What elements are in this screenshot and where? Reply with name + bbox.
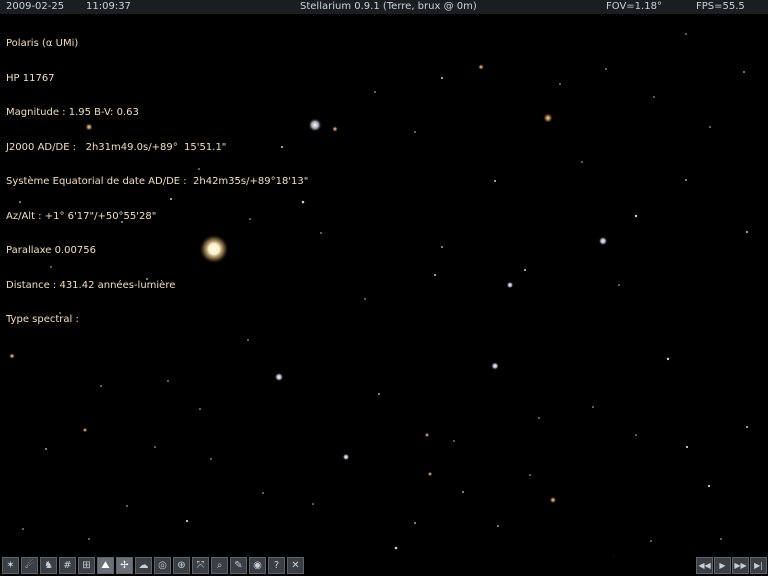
play-button[interactable]: ▶ [714, 557, 731, 574]
equatorial-mount-icon: ⊕ [177, 559, 186, 571]
atmosphere-button[interactable]: ☁ [135, 557, 152, 574]
top-status-bar: 2009-02-25 11:09:37 Stellarium 0.9.1 (Te… [0, 0, 768, 14]
star-orange[interactable] [543, 113, 553, 123]
constellation-names-button[interactable]: ☄ [21, 557, 38, 574]
j2000-coordinates: J2000 AD/DE : 2h31m49.0s/+89° 15'51.1" [6, 141, 227, 153]
star-orange[interactable] [478, 64, 484, 70]
spectral-type: Type spectral : [6, 314, 79, 325]
azimuthal-grid-icon: ⊞ [82, 559, 91, 571]
az-alt-coordinates: Az/Alt : +1° 6'17"/+50°55'28" [6, 210, 157, 222]
skip-forward-icon: ▶| [754, 560, 763, 570]
quit-button[interactable]: ✕ [287, 557, 304, 574]
night-mode-button[interactable]: ◉ [249, 557, 266, 574]
cardinal-points-button[interactable]: ✢ [116, 557, 133, 574]
equatorial-grid-button[interactable]: # [59, 557, 76, 574]
date-display: 2009-02-25 [6, 1, 65, 12]
star-bright-white[interactable] [308, 118, 322, 132]
help-icon: ? [273, 559, 280, 571]
center-icon: ⤧ [196, 559, 205, 571]
atmosphere-icon: ☁ [138, 559, 149, 571]
parallax: Parallaxe 0.00756 [6, 245, 96, 256]
ground-button[interactable]: ⛰ [97, 557, 114, 574]
nebulae-button[interactable]: ◎ [154, 557, 171, 574]
fast-forward-icon: ▶▶ [734, 560, 747, 570]
star-orange[interactable] [9, 353, 15, 359]
equatorial-grid-icon: # [63, 559, 72, 571]
constellation-lines-button[interactable]: ✶ [2, 557, 19, 574]
constellation-art-button[interactable]: ♞ [40, 557, 57, 574]
star-orange[interactable] [427, 471, 433, 477]
search-icon: ⌕ [216, 559, 223, 571]
rewind-button[interactable]: ◀◀ [696, 557, 713, 574]
skip-forward-button[interactable]: ▶| [750, 557, 767, 574]
help-button[interactable]: ? [268, 557, 285, 574]
cardinal-points-icon: ✢ [120, 559, 129, 571]
star-orange[interactable] [332, 126, 338, 132]
fps-display: FPS=55.5 [696, 1, 745, 12]
eye-icon: ◉ [253, 559, 262, 571]
wrench-icon: ✎ [234, 559, 243, 571]
ground-icon: ⛰ [101, 559, 110, 571]
app-title: Stellarium 0.9.1 (Terre, brux @ 0m) [300, 1, 477, 12]
time-display: 11:09:37 [86, 1, 131, 12]
fast-forward-button[interactable]: ▶▶ [732, 557, 749, 574]
play-icon: ▶ [719, 560, 726, 570]
constellation-lines-icon: ✶ [6, 559, 15, 571]
constellation-names-icon: ☄ [25, 559, 34, 571]
equatorial-mount-button[interactable]: ⊕ [173, 557, 190, 574]
selected-object-info: Polaris (α UMi) HP 11767 Magnitude : 1.9… [6, 15, 308, 337]
constellation-art-icon: ♞ [44, 559, 53, 571]
magnitude: Magnitude : 1.95 B-V: 0.63 [6, 107, 139, 118]
star-orange[interactable] [549, 496, 557, 504]
configuration-button[interactable]: ✎ [230, 557, 247, 574]
rewind-icon: ◀◀ [698, 560, 711, 570]
star-white[interactable] [342, 453, 350, 461]
center-on-selection-button[interactable]: ⤧ [192, 557, 209, 574]
time-controls: ◀◀ ▶ ▶▶ ▶| [696, 556, 768, 576]
nebulae-icon: ◎ [158, 559, 167, 571]
azimuthal-grid-button[interactable]: ⊞ [78, 557, 95, 574]
distance: Distance : 431.42 années-lumière [6, 279, 176, 291]
search-button[interactable]: ⌕ [211, 557, 228, 574]
star-white[interactable] [274, 372, 284, 382]
star-orange[interactable] [424, 432, 430, 438]
fov-display: FOV=1.18° [606, 1, 662, 12]
star-white[interactable] [491, 362, 499, 370]
star-white[interactable] [598, 236, 608, 246]
star-white[interactable] [506, 281, 514, 289]
close-icon: ✕ [291, 559, 300, 571]
equatorial-coordinates: Système Equatorial de date AD/DE : 2h42m… [6, 176, 309, 187]
object-name: Polaris (α UMi) [6, 38, 79, 49]
star-orange[interactable] [82, 427, 88, 433]
catalog-id: HP 11767 [6, 72, 55, 84]
bottom-toolbar: ✶ ☄ ♞ # ⊞ ⛰ ✢ ☁ ◎ ⊕ ⤧ ⌕ ✎ ◉? ✕ ◀◀ ▶ ▶▶ ▶| [0, 556, 768, 576]
